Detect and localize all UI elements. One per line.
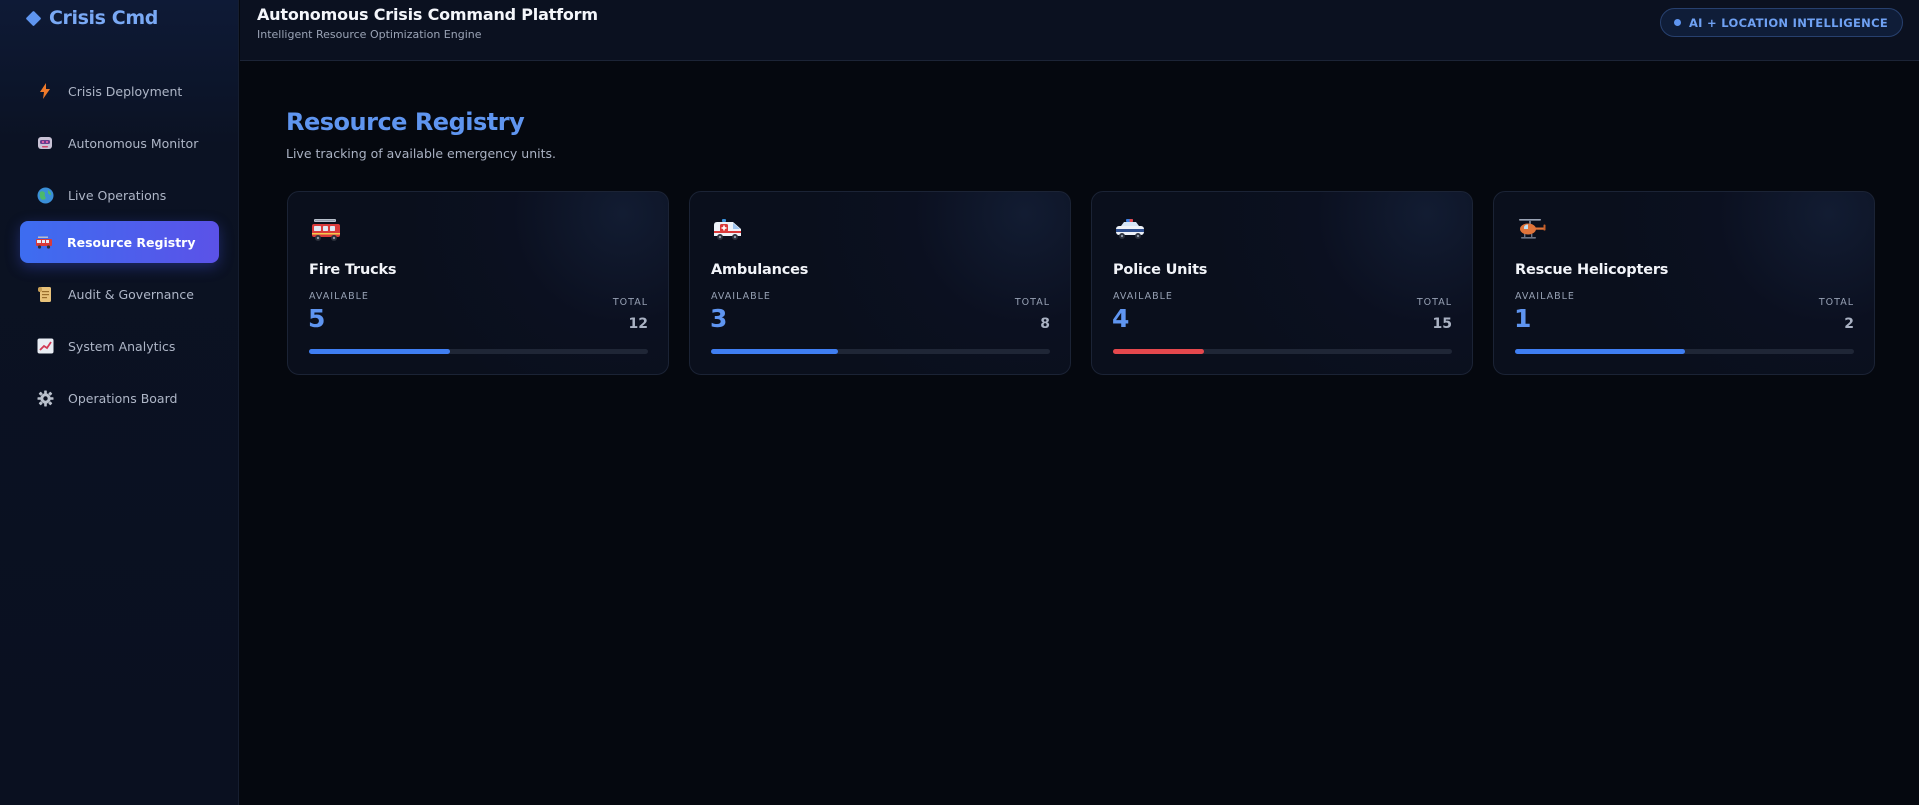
sidebar-item-label: System Analytics [68,338,176,354]
total-label: TOTAL [612,297,648,308]
brand-name: Crisis Cmd [49,7,158,29]
resource-card-police-units[interactable]: Police Units AVAILABLE 4 TOTAL 15 [1091,191,1473,375]
available-label: AVAILABLE [711,291,771,302]
total-label: TOTAL [1416,297,1452,308]
top-header: Autonomous Crisis Command Platform Intel… [240,0,1919,61]
total-label: TOTAL [1014,297,1050,308]
total-count: 8 [1040,316,1050,332]
diamond-icon [25,10,42,26]
sidebar-item-operations-board[interactable]: Operations Board [20,377,219,419]
sidebar-item-live-operations[interactable]: Live Operations [20,174,219,216]
page-title: Resource Registry [286,108,525,136]
ambulance-icon [711,216,745,242]
availability-bar-fill [1113,349,1204,354]
header-subtitle: Intelligent Resource Optimization Engine [257,28,482,41]
sidebar-item-system-analytics[interactable]: System Analytics [20,325,219,367]
availability-bar [309,349,648,354]
sidebar-item-label: Crisis Deployment [68,83,183,99]
app-window: Crisis Cmd Crisis Deployment Autonomous … [0,0,1919,805]
resource-card-rescue-helicopters[interactable]: Rescue Helicopters AVAILABLE 1 TOTAL 2 [1493,191,1875,375]
availability-bar [1515,349,1854,354]
card-title: Rescue Helicopters [1515,262,1669,278]
ai-location-badge[interactable]: AI + LOCATION INTELLIGENCE [1659,8,1903,37]
robot-icon [36,134,54,152]
resource-card-fire-trucks[interactable]: Fire Trucks AVAILABLE 5 TOTAL 12 [287,191,669,375]
total-count: 2 [1844,316,1854,332]
total-count: 12 [628,316,648,332]
resource-card-ambulances[interactable]: Ambulances AVAILABLE 3 TOTAL 8 [689,191,1071,375]
sidebar: Crisis Cmd Crisis Deployment Autonomous … [0,0,239,805]
available-label: AVAILABLE [1515,291,1575,302]
helicopter-icon [1515,216,1549,242]
fire-truck-icon [35,233,53,251]
sidebar-item-resource-registry[interactable]: Resource Registry [20,221,219,263]
lightning-icon [36,82,54,100]
available-count: 3 [710,304,728,333]
sidebar-item-label: Audit & Governance [68,286,194,302]
page-subtitle: Live tracking of available emergency uni… [286,146,557,161]
header-title: Autonomous Crisis Command Platform [257,5,598,24]
globe-icon [36,186,54,204]
availability-bar [1113,349,1452,354]
available-count: 5 [308,304,326,333]
sidebar-item-label: Operations Board [68,390,178,406]
card-title: Police Units [1113,262,1208,278]
fire-truck-icon [309,216,343,242]
status-dot-icon [1673,19,1681,26]
sidebar-item-autonomous-monitor[interactable]: Autonomous Monitor [20,122,219,164]
total-count: 15 [1432,316,1452,332]
sidebar-item-label: Resource Registry [67,234,196,250]
availability-bar-fill [711,349,839,354]
chart-icon [36,337,54,355]
card-title: Ambulances [711,262,809,278]
card-title: Fire Trucks [309,262,397,278]
availability-bar-fill [309,349,451,354]
sidebar-item-audit-governance[interactable]: Audit & Governance [20,273,219,315]
gear-icon [36,389,54,407]
availability-bar-fill [1515,349,1685,354]
brand-logo[interactable]: Crisis Cmd [25,6,158,30]
available-label: AVAILABLE [309,291,369,302]
sidebar-item-label: Autonomous Monitor [68,135,199,151]
total-label: TOTAL [1818,297,1854,308]
scroll-icon [36,285,54,303]
sidebar-item-label: Live Operations [68,187,167,203]
available-count: 1 [1514,304,1532,333]
badge-label: AI + LOCATION INTELLIGENCE [1688,15,1888,30]
available-count: 4 [1112,304,1130,333]
sidebar-item-crisis-deployment[interactable]: Crisis Deployment [20,70,219,112]
available-label: AVAILABLE [1113,291,1173,302]
availability-bar [711,349,1050,354]
police-car-icon [1113,216,1147,242]
